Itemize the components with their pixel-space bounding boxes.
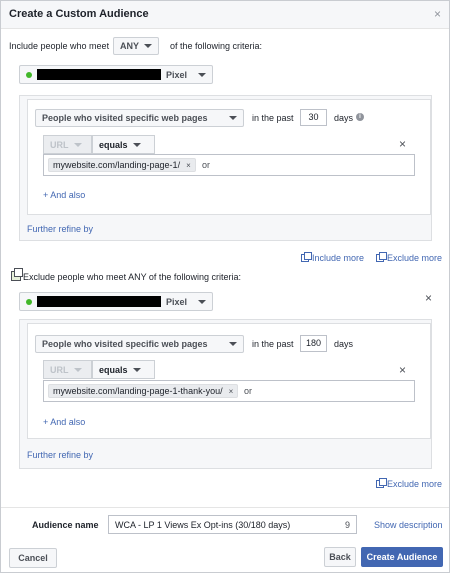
include-more-label: Include more — [312, 253, 365, 263]
pixel-status-dot — [26, 71, 32, 78]
remove-rule-icon[interactable]: × — [399, 363, 406, 377]
footer-divider — [1, 507, 449, 508]
url-label: URL — [50, 364, 69, 375]
cancel-button[interactable]: Cancel — [9, 548, 57, 568]
dialog-title: Create a Custom Audience — [9, 8, 149, 20]
include-more-icon — [301, 252, 312, 262]
in-the-past-label: in the past — [252, 339, 294, 349]
info-icon[interactable]: i — [356, 113, 364, 121]
show-description-link[interactable]: Show description — [374, 520, 443, 530]
exclude-criteria-text: Exclude people who meet ANY of the follo… — [23, 272, 241, 282]
pixel-status-dot — [26, 298, 32, 305]
match-type-value: ANY — [120, 41, 140, 51]
include-more-link[interactable]: Include more — [301, 252, 365, 263]
event-select-value: People who visited specific web pages — [42, 339, 208, 349]
chevron-down-icon — [229, 116, 237, 120]
in-the-past-label: in the past — [252, 113, 294, 123]
pixel-label: Pixel — [166, 69, 188, 80]
exclude-and-also-link[interactable]: + And also — [43, 417, 85, 427]
exclude-days-input[interactable]: 180 — [300, 335, 327, 352]
exclude-icon — [11, 268, 23, 281]
include-prefix-text: Include people who meet — [9, 41, 110, 51]
exclude-url-input[interactable]: mywebsite.com/landing-page-1-thank-you/ … — [43, 380, 415, 402]
include-further-refine-link[interactable]: Further refine by — [27, 224, 93, 234]
exclude-more-icon — [376, 478, 387, 488]
audience-name-input[interactable]: WCA - LP 1 Views Ex Opt-ins (30/180 days… — [108, 515, 357, 534]
or-label: or — [244, 386, 253, 396]
create-audience-button[interactable]: Create Audience — [361, 547, 443, 567]
chevron-down-icon — [73, 367, 82, 372]
operator-value: equals — [99, 364, 128, 375]
chevron-down-icon — [73, 142, 82, 147]
include-event-dropdown[interactable]: People who visited specific web pages — [35, 109, 244, 127]
remove-token-icon[interactable]: × — [186, 161, 191, 170]
dialog-header: Create a Custom Audience × — [1, 1, 449, 29]
redacted-pixel-name — [37, 296, 161, 307]
chevron-down-icon — [144, 44, 153, 48]
match-type-dropdown[interactable]: ANY — [113, 37, 160, 55]
operator-value: equals — [99, 139, 128, 150]
url-token: mywebsite.com/landing-page-1-thank-you/ … — [48, 384, 239, 398]
url-field-dropdown[interactable]: URL — [43, 135, 92, 154]
operator-dropdown[interactable]: equals — [92, 135, 155, 154]
chevron-down-icon — [132, 142, 141, 147]
operator-dropdown[interactable]: equals — [92, 360, 155, 379]
include-pixel-dropdown[interactable]: Pixel — [19, 65, 213, 84]
include-url-input[interactable]: mywebsite.com/landing-page-1/ × or — [43, 154, 415, 176]
chevron-down-icon — [198, 72, 206, 77]
exclude-more-label: Exclude more — [387, 479, 443, 489]
back-button[interactable]: Back — [324, 547, 356, 567]
audience-name-label: Audience name — [32, 520, 99, 530]
or-label: or — [202, 160, 211, 170]
exclude-more-link[interactable]: Exclude more — [376, 252, 443, 263]
include-days-input[interactable]: 30 — [300, 109, 327, 126]
url-token-text: mywebsite.com/landing-page-1/ — [53, 160, 181, 170]
close-icon[interactable]: × — [434, 7, 441, 21]
audience-name-value: WCA - LP 1 Views Ex Opt-ins (30/180 days… — [115, 519, 291, 530]
exclude-more-icon — [376, 252, 387, 262]
url-label: URL — [50, 139, 69, 150]
event-select-value: People who visited specific web pages — [42, 113, 208, 123]
include-and-also-link[interactable]: + And also — [43, 190, 85, 200]
url-token-text: mywebsite.com/landing-page-1-thank-you/ — [53, 386, 223, 396]
exclude-pixel-dropdown[interactable]: Pixel — [19, 292, 213, 311]
url-token: mywebsite.com/landing-page-1/ × — [48, 158, 196, 172]
pixel-label: Pixel — [166, 296, 188, 307]
days-label: days — [334, 339, 354, 349]
include-suffix-text: of the following criteria: — [170, 41, 263, 51]
exclude-more-link-2[interactable]: Exclude more — [376, 478, 443, 489]
exclude-more-label: Exclude more — [387, 253, 443, 263]
remove-token-icon[interactable]: × — [229, 387, 234, 396]
redacted-pixel-name — [37, 69, 161, 80]
url-field-dropdown[interactable]: URL — [43, 360, 92, 379]
create-custom-audience-dialog: Create a Custom Audience × Include peopl… — [0, 0, 450, 573]
remove-rule-icon[interactable]: × — [399, 137, 406, 151]
exclude-event-dropdown[interactable]: People who visited specific web pages — [35, 335, 244, 353]
remove-exclusion-icon[interactable]: × — [425, 291, 432, 305]
char-count: 9 — [344, 519, 350, 530]
chevron-down-icon — [198, 299, 206, 304]
chevron-down-icon — [132, 367, 141, 372]
days-label: days — [334, 113, 354, 123]
chevron-down-icon — [229, 342, 237, 346]
exclude-further-refine-link[interactable]: Further refine by — [27, 450, 93, 460]
